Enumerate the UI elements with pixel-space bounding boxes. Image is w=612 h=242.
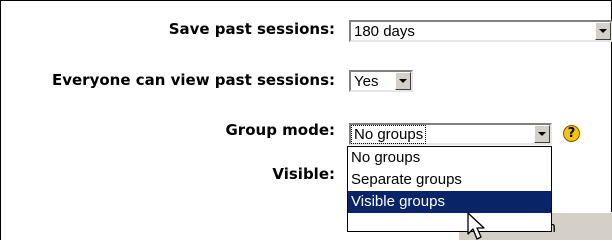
save-past-sessions-value: 180 days (354, 23, 415, 40)
group-mode-select[interactable]: No groups (349, 123, 552, 145)
help-icon[interactable]: ? (563, 125, 580, 142)
group-mode-option[interactable]: No groups (348, 147, 551, 169)
visible-label: Visible: (272, 165, 335, 183)
chevron-down-icon[interactable] (595, 22, 611, 40)
chevron-down-icon[interactable] (395, 72, 411, 90)
group-mode-dropdown-list: No groups Separate groups Visible groups (347, 146, 552, 232)
save-past-sessions-label: Save past sessions: (168, 20, 335, 38)
save-past-sessions-select[interactable]: 180 days (349, 20, 612, 42)
everyone-can-view-value: Yes (354, 73, 379, 90)
group-mode-option-highlighted[interactable]: Visible groups (348, 191, 551, 213)
everyone-can-view-select[interactable]: Yes (349, 70, 413, 92)
mouse-pointer-icon (467, 212, 485, 240)
group-mode-value: No groups (350, 125, 427, 144)
everyone-can-view-label: Everyone can view past sessions: (51, 71, 335, 89)
group-mode-label: Group mode: (225, 121, 336, 139)
group-mode-option[interactable]: Separate groups (348, 169, 551, 191)
chevron-down-icon[interactable] (534, 125, 550, 143)
